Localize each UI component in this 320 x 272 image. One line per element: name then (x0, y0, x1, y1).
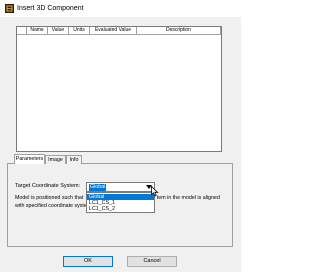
tab-info[interactable]: Info (66, 155, 82, 164)
table-header: Name Value Units Evaluated Value Descrip… (17, 27, 221, 35)
target-coordinate-system-label: Target Coordinate System: (15, 183, 81, 189)
window-title: Insert 3D Component (17, 5, 84, 12)
column-header-name[interactable]: Name (27, 27, 48, 35)
tab-parameters[interactable]: Parameters (14, 154, 45, 164)
ok-button[interactable]: OK (63, 256, 113, 267)
parameters-table[interactable]: Name Value Units Evaluated Value Descrip… (16, 26, 222, 152)
option-lc1-cs-2[interactable]: LC1_CS_2 (87, 206, 154, 212)
target-coordinate-system-select[interactable]: Global (86, 182, 155, 192)
description-line2-left: with specified coordinate syste (15, 202, 87, 209)
title-bar[interactable]: Insert 3D Component (0, 0, 241, 17)
tab-image[interactable]: Image (45, 155, 66, 164)
app-icon (5, 4, 14, 13)
description-line1-left: Model is positioned such that (15, 195, 85, 201)
insert-3d-component-dialog: Insert 3D Component Name Value Units Eva… (0, 0, 241, 272)
description-line1-right: tem in the model is aligned (156, 195, 220, 201)
column-header-blank[interactable] (17, 27, 27, 35)
column-header-evaluated-value[interactable]: Evaluated Value (90, 27, 137, 35)
mouse-cursor-icon (151, 185, 159, 197)
column-header-units[interactable]: Units (69, 27, 90, 35)
coordinate-system-dropdown-list: Global LC1_CS_1 LC1_CS_2 (86, 192, 155, 213)
cancel-button[interactable]: Cancel (127, 256, 177, 267)
column-header-value[interactable]: Value (48, 27, 69, 35)
column-header-description[interactable]: Description (137, 27, 221, 35)
select-selected-value: Global (89, 184, 107, 191)
